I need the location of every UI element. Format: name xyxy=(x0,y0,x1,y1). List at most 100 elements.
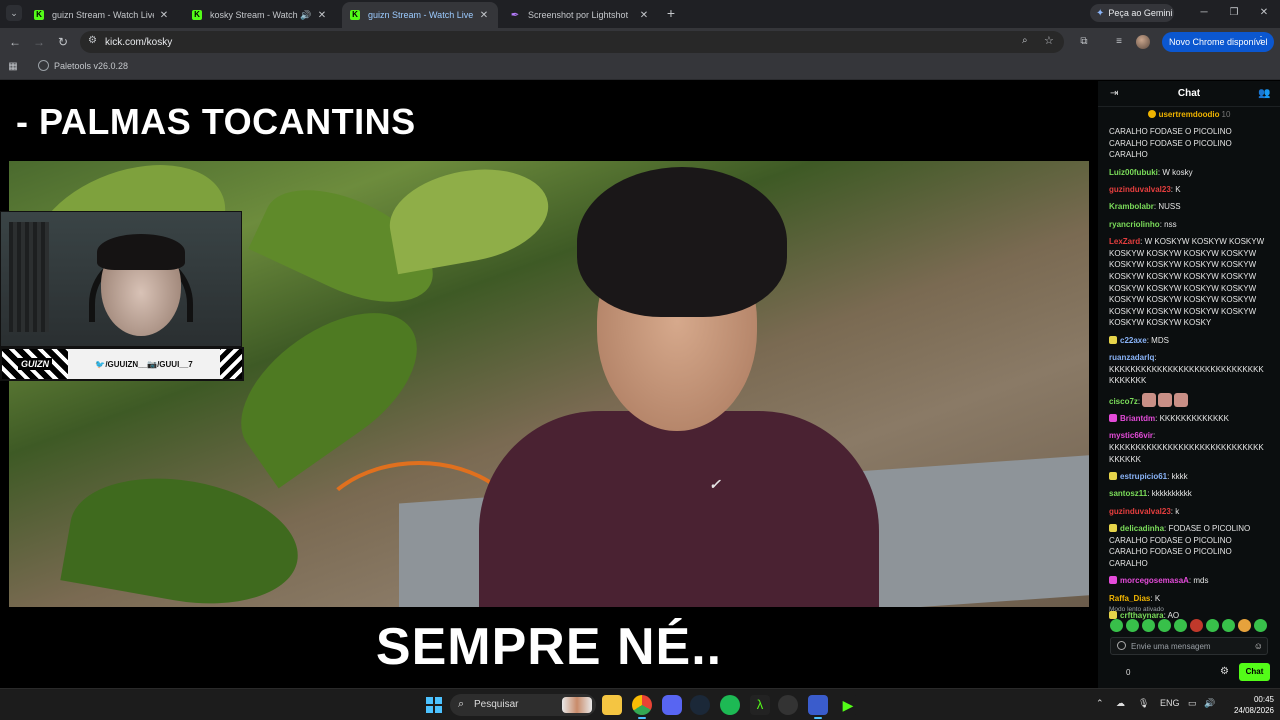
chat-panel: ⇥ Chat 👥 usertremdoodio 10 CARALHO FODASE… xyxy=(1098,81,1280,688)
emote-icon[interactable] xyxy=(1238,619,1251,632)
chat-username[interactable]: santosz11 xyxy=(1109,489,1147,498)
chat-username[interactable]: LexZard xyxy=(1109,237,1140,246)
language-indicator[interactable]: ENG xyxy=(1160,698,1180,708)
more-menu-icon[interactable]: ⋮ xyxy=(1256,35,1266,46)
chat-settings-icon[interactable]: ⚙ xyxy=(1220,666,1229,677)
network-icon[interactable]: ▭ xyxy=(1188,698,1197,709)
close-tab-icon[interactable]: ✕ xyxy=(478,10,490,21)
search-highlight-art xyxy=(562,697,592,713)
tab-search-menu-icon[interactable]: ⌄ xyxy=(6,5,22,21)
emote-icon[interactable] xyxy=(1158,619,1171,632)
chat-send-button[interactable]: Chat xyxy=(1239,663,1270,681)
app-icon[interactable]: λ xyxy=(750,695,770,715)
address-bar[interactable]: ⚙ kick.com/kosky ⌕ ☆ xyxy=(80,31,1064,53)
ea-app-icon[interactable] xyxy=(808,695,828,719)
reading-list-icon[interactable]: ≡ xyxy=(1112,35,1126,49)
spotify-icon[interactable] xyxy=(720,695,740,715)
chat-username[interactable]: morcegosemasaA xyxy=(1120,576,1189,585)
bookmark-label: Paletools v26.0.28 xyxy=(54,60,129,71)
tab-guizn-1[interactable]: K guizn Stream - Watch Live on K ✕ xyxy=(26,2,178,28)
bookmarks-bar: ▦ Paletools v26.0.28 xyxy=(0,56,1280,80)
bookmark-star-icon[interactable]: ☆ xyxy=(1044,34,1054,47)
minimize-icon[interactable]: ─ xyxy=(1196,6,1212,20)
chat-message-input[interactable] xyxy=(1131,639,1251,653)
chat-username[interactable]: mystic66vir xyxy=(1109,431,1153,440)
emote-icon[interactable] xyxy=(1142,619,1155,632)
chat-message: delicadinha: FODASE O PICOLINO CARALHO F… xyxy=(1109,523,1267,569)
chat-username[interactable]: Briantdm xyxy=(1120,414,1155,423)
tray-overflow-icon[interactable]: ⌃ xyxy=(1096,698,1104,709)
pinned-user[interactable]: usertremdoodio 10 xyxy=(1098,110,1280,119)
profile-avatar[interactable] xyxy=(1136,35,1150,49)
chat-username[interactable]: delicadinha xyxy=(1120,524,1164,533)
emote-icon[interactable] xyxy=(1190,619,1203,632)
chat-username[interactable]: Krambolabr xyxy=(1109,202,1154,211)
chat-username[interactable]: c22axe xyxy=(1120,336,1147,345)
emote-icon[interactable] xyxy=(1222,619,1235,632)
emoji-picker-icon[interactable]: ☺ xyxy=(1254,641,1263,651)
chat-input-user-icon xyxy=(1117,641,1126,650)
stripes-decoration xyxy=(220,349,242,379)
close-window-icon[interactable]: ✕ xyxy=(1256,6,1272,20)
kick-favicon-icon: K xyxy=(350,10,360,20)
emote-icon[interactable] xyxy=(1110,619,1123,632)
chat-username[interactable]: guzinduvalval23 xyxy=(1109,185,1171,194)
chat-username[interactable]: guzinduvalval23 xyxy=(1109,507,1171,516)
tab-lightshot[interactable]: ✒ Screenshot por Lightshot ✕ xyxy=(502,2,658,28)
video-player[interactable]: - PALMAS TOCANTINS ✓ GUIZN 🐦/GUUIZN__📷/G… xyxy=(0,81,1098,688)
speaker-icon[interactable]: 🔊 xyxy=(300,10,312,21)
zoom-icon[interactable]: ⌕ xyxy=(1022,35,1028,46)
gemini-label: Peça ao Gemini xyxy=(1108,8,1173,18)
new-tab-icon[interactable]: + xyxy=(664,6,678,20)
url-text[interactable]: kick.com/kosky xyxy=(105,37,172,48)
microphone-icon[interactable]: 🎙 xyxy=(1138,698,1149,709)
user-badge-icon xyxy=(1109,472,1117,481)
chat-message-text: K xyxy=(1175,184,1181,194)
globe-icon xyxy=(38,60,49,71)
chat-username[interactable]: cisco7z xyxy=(1109,397,1138,406)
emote-icon[interactable] xyxy=(1126,619,1139,632)
close-tab-icon[interactable]: ✕ xyxy=(158,10,170,21)
chat-input-box[interactable]: ☺ xyxy=(1110,637,1268,655)
chrome-icon[interactable] xyxy=(632,695,652,719)
chat-message-text: k xyxy=(1175,506,1180,516)
chat-message-text: nss xyxy=(1164,219,1177,229)
forward-icon[interactable]: → xyxy=(31,34,47,50)
chat-message: Krambolabr: NUSS xyxy=(1109,201,1267,213)
app-icon[interactable] xyxy=(778,695,798,715)
tab-guizn-active[interactable]: K guizn Stream - Watch Live on K ✕ xyxy=(342,2,498,28)
reload-icon[interactable]: ↻ xyxy=(55,34,71,50)
close-tab-icon[interactable]: ✕ xyxy=(638,10,650,21)
tab-title: guizn Stream - Watch Live on K xyxy=(368,10,474,20)
file-explorer-icon[interactable] xyxy=(602,695,622,715)
cloud-icon[interactable]: ☁ xyxy=(1116,698,1125,709)
site-info-icon[interactable]: ⚙ xyxy=(88,35,97,46)
kick-app-icon[interactable]: ▶ xyxy=(838,695,858,715)
tab-kosky[interactable]: K kosky Stream - Watch Live o 🔊 ✕ xyxy=(184,2,336,28)
windows-start-icon[interactable] xyxy=(426,697,442,713)
close-tab-icon[interactable]: ✕ xyxy=(316,10,328,21)
chat-users-icon[interactable]: 👥 xyxy=(1258,88,1270,99)
chat-message-text: CARALHO FODASE O PICOLINO CARALHO FODASE… xyxy=(1109,127,1232,160)
chat-username[interactable]: ryancriolinho xyxy=(1109,220,1160,229)
chat-username[interactable]: estrupicio61 xyxy=(1120,472,1167,481)
emote-icon[interactable] xyxy=(1174,619,1187,632)
restore-icon[interactable]: ❐ xyxy=(1226,6,1242,20)
taskbar-search[interactable]: ⌕ Pesquisar xyxy=(450,694,596,716)
bookmark-paletools[interactable]: Paletools v26.0.28 xyxy=(38,60,128,71)
emote-icon[interactable] xyxy=(1206,619,1219,632)
discord-icon[interactable] xyxy=(662,695,682,715)
gemini-button[interactable]: ✦ Peça ao Gemini xyxy=(1090,4,1174,22)
taskbar-clock[interactable]: 00:45 24/08/2026 xyxy=(1226,694,1274,716)
apps-grid-icon[interactable]: ▦ xyxy=(7,61,19,73)
volume-icon[interactable]: 🔊 xyxy=(1204,698,1215,709)
back-icon[interactable]: ← xyxy=(7,34,23,50)
chrome-update-button[interactable]: Novo Chrome disponível ⋮ xyxy=(1162,32,1274,52)
chat-username[interactable]: Raffa_Dias xyxy=(1109,594,1150,603)
extensions-icon[interactable]: ⧉ xyxy=(1077,35,1091,49)
chat-username[interactable]: Luiz00fubuki xyxy=(1109,168,1158,177)
emote-icon[interactable] xyxy=(1254,619,1267,632)
chat-username[interactable]: ruanzadarlq xyxy=(1109,353,1154,362)
slow-mode-notice: Modo lento ativado xyxy=(1109,606,1164,613)
steam-icon[interactable] xyxy=(690,695,710,715)
